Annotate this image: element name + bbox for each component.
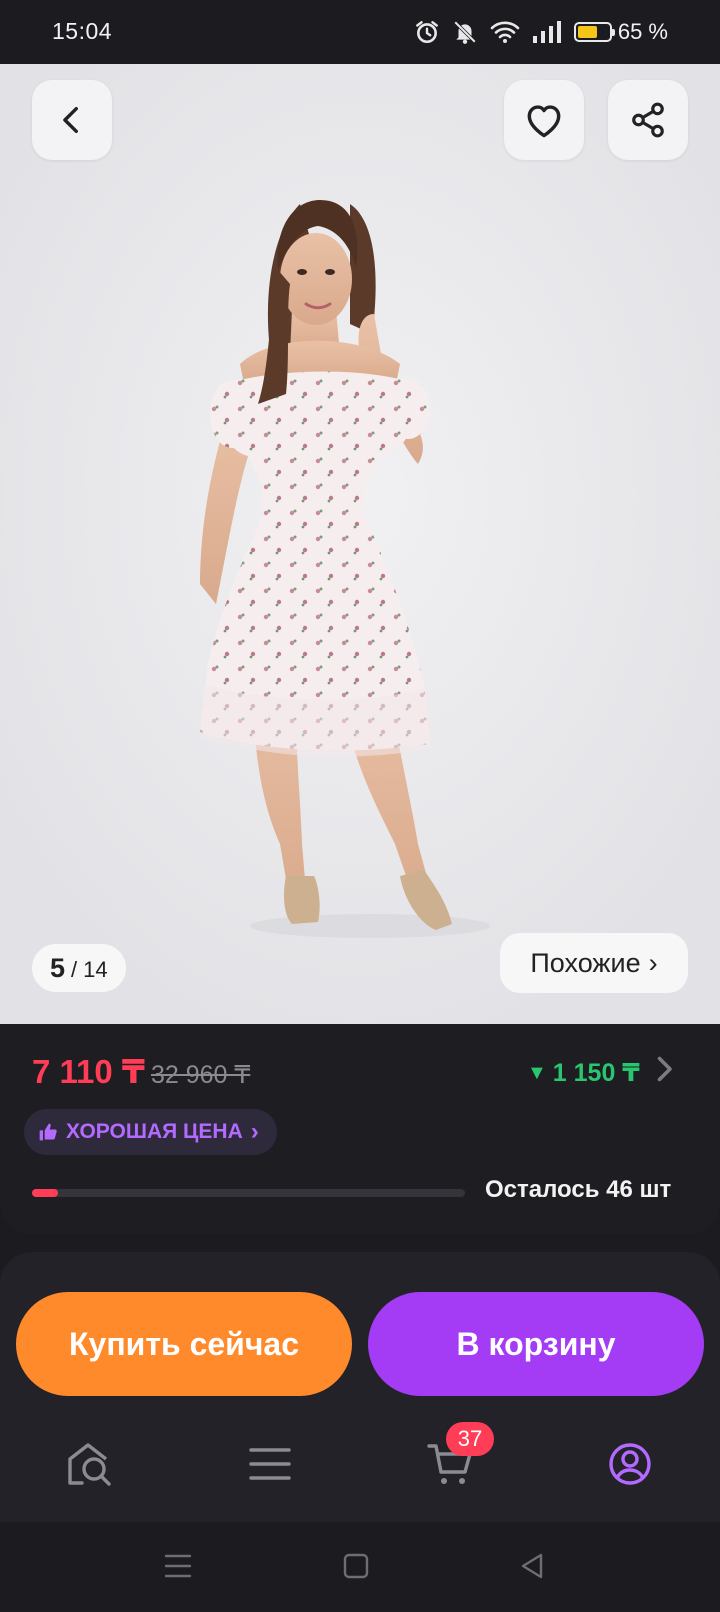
battery-tip	[611, 29, 615, 36]
tab-catalog[interactable]	[230, 1424, 310, 1504]
home-search-icon	[68, 1443, 111, 1486]
share-button[interactable]	[608, 80, 688, 160]
cart-badge: 37	[446, 1422, 494, 1456]
product-gallery[interactable]: 5 / 14 Похожие ›	[0, 64, 720, 1024]
good-price-badge[interactable]: ХОРОШАЯ ЦЕНА ›	[24, 1109, 277, 1155]
mute-icon	[452, 19, 478, 45]
heart-icon	[527, 105, 561, 138]
back-button[interactable]	[32, 80, 112, 160]
menu-icon	[249, 1448, 291, 1480]
battery-body	[573, 22, 615, 42]
status-icons: 65 %	[414, 17, 668, 47]
home-button[interactable]	[332, 1546, 380, 1586]
chevron-left-icon	[63, 106, 78, 134]
tab-home-search[interactable]	[50, 1424, 130, 1504]
status-time: 15:04	[52, 18, 113, 44]
system-nav-bar	[0, 1522, 720, 1612]
stock-remaining: Осталось 46 шт	[485, 1176, 672, 1203]
old-price: 32 960 ₸	[151, 1061, 251, 1089]
price-drop[interactable]: ▼ 1 150 ₸	[527, 1058, 640, 1088]
thumbs-up-icon	[39, 1123, 57, 1141]
system-back-button[interactable]	[508, 1546, 556, 1586]
stock-progress-bar	[32, 1189, 465, 1197]
buy-now-button[interactable]: Купить сейчас	[16, 1292, 352, 1396]
bottom-tab-bar: 37	[0, 1412, 720, 1522]
price-drop-arrow-icon: ▼	[527, 1061, 547, 1084]
image-counter: 5 / 14	[32, 944, 126, 992]
image-counter-current: 5	[50, 953, 66, 983]
price-card: 7 110 ₸ 32 960 ₸ ▼ 1 150 ₸ ХОРОШАЯ ЦЕНА …	[0, 1024, 720, 1234]
battery-percent: 65 %	[617, 19, 668, 44]
user-icon	[609, 1443, 651, 1485]
signal-icon	[532, 20, 562, 44]
triangle-back-icon	[521, 1553, 543, 1579]
battery-icon: 65 %	[573, 19, 668, 45]
wifi-icon	[490, 19, 520, 45]
image-counter-total: 14	[83, 957, 108, 982]
image-counter-separator: /	[71, 957, 78, 982]
chevron-right-icon: ›	[250, 1118, 259, 1145]
product-photo	[0, 64, 720, 1024]
good-price-label: ХОРОШАЯ ЦЕНА	[66, 1120, 243, 1143]
share-icon	[632, 102, 664, 138]
tab-cart[interactable]: 37	[410, 1422, 494, 1504]
similar-label: Похожие	[530, 947, 641, 978]
alarm-icon	[414, 19, 440, 45]
battery-fill	[577, 26, 598, 38]
stock-progress-fill	[32, 1189, 58, 1197]
similar-button[interactable]: Похожие ›	[500, 933, 688, 993]
recent-apps-icon	[164, 1554, 192, 1578]
favorite-button[interactable]	[504, 80, 584, 160]
recent-apps-button[interactable]	[154, 1546, 202, 1586]
chevron-right-icon: ›	[648, 947, 658, 978]
price-drop-amount: 1 150 ₸	[552, 1059, 640, 1087]
current-price: 7 110 ₸	[32, 1053, 145, 1090]
status-bar: 15:04 65 %	[0, 0, 720, 64]
add-to-cart-button[interactable]: В корзину	[368, 1292, 704, 1396]
chevron-right-icon[interactable]	[654, 1054, 674, 1089]
tab-profile[interactable]	[590, 1424, 670, 1504]
home-square-icon	[343, 1553, 369, 1579]
